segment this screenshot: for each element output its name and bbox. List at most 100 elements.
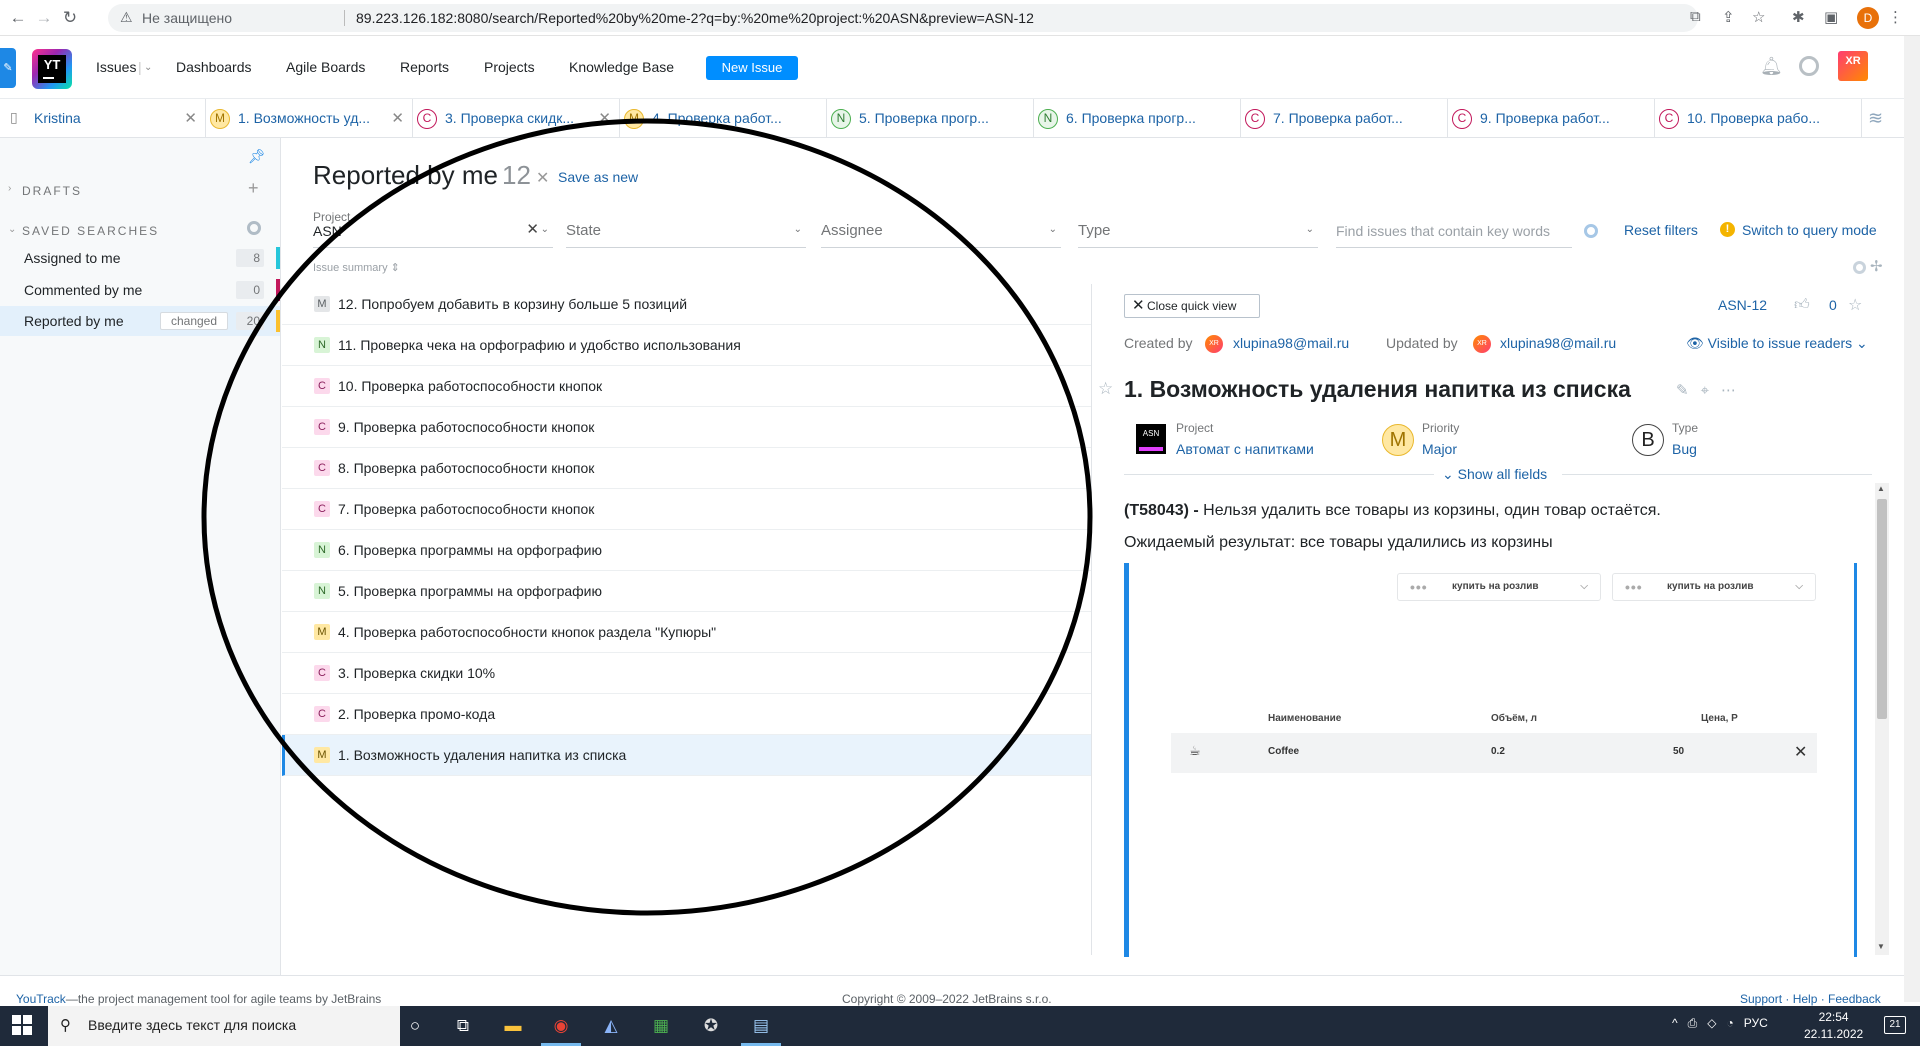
issue-row[interactable]: M 12. Попробуем добавить в корзину больш… xyxy=(282,284,1092,325)
tab-issue[interactable]: M 1. Возможность уд... ✕ xyxy=(206,99,413,137)
star-icon[interactable]: ☆ xyxy=(1848,295,1862,315)
youtrack-logo[interactable]: YT xyxy=(32,49,72,89)
pin-icon[interactable]: 📌︎ xyxy=(248,148,266,165)
taskbar-search[interactable]: ⚲ Введите здесь текст для поиска xyxy=(48,1006,400,1046)
saved-arrow-icon[interactable]: ⌄ xyxy=(8,224,16,235)
sidebar-item-reported[interactable]: Reported by me changed 20 xyxy=(0,306,280,336)
nav-issues-chevron-icon[interactable]: ⌄ xyxy=(144,62,152,73)
feather-icon[interactable]: ✎ xyxy=(0,48,16,88)
type-filter[interactable]: Type ⌄ xyxy=(1078,208,1318,248)
attachment-screenshot[interactable]: ••• купить на розлив ⌵ ••• купить на розлив… xyxy=(1124,563,1857,957)
issue-row[interactable]: C 9. Проверка работоспособности кнопок xyxy=(282,407,1092,448)
query-mode-link[interactable]: Switch to query mode xyxy=(1742,222,1877,238)
edit-icons[interactable]: ✎⌖⋯ xyxy=(1676,381,1748,399)
state-filter[interactable]: State ⌄ xyxy=(566,208,806,248)
windows-start-icon[interactable] xyxy=(12,1015,32,1035)
issue-title[interactable]: 10. Проверка работоспособности кнопок xyxy=(338,378,602,394)
issue-title[interactable]: 1. Возможность удаления напитка из списк… xyxy=(338,747,626,763)
project-field-value[interactable]: Автомат с напитками xyxy=(1176,441,1314,457)
clock[interactable]: 22:54 22.11.2022 xyxy=(1804,1009,1863,1043)
tab-issue[interactable]: M 4. Проверка работ... xyxy=(620,99,827,137)
issue-row[interactable]: N 6. Проверка программы на орфографию xyxy=(282,530,1092,571)
saved-searches-gear-icon[interactable] xyxy=(247,221,261,235)
cortana-icon[interactable]: ○ xyxy=(402,1013,428,1039)
sort-header[interactable]: Issue summary ⇕ xyxy=(313,261,400,274)
saved-searches-title[interactable]: SAVED SEARCHES xyxy=(22,224,159,238)
clear-filter-icon[interactable]: ✕ xyxy=(526,220,539,238)
issue-title[interactable]: 2. Проверка промо-кода xyxy=(338,706,495,722)
language-indicator[interactable]: РУС xyxy=(1744,1016,1768,1030)
forward-icon[interactable]: → xyxy=(32,6,56,30)
assignee-filter[interactable]: Assignee ⌄ xyxy=(821,208,1061,248)
more-icon[interactable]: ⋯ xyxy=(1721,382,1748,399)
back-icon[interactable]: ← xyxy=(6,6,30,30)
show-all-fields-link[interactable]: ⌄ Show all fields xyxy=(1442,466,1547,483)
tab-kristina[interactable]: ▯ Kristina ✕ xyxy=(0,99,206,137)
help-icon[interactable] xyxy=(1799,56,1819,76)
panel-divider[interactable] xyxy=(1091,284,1092,955)
bookmark-star-icon[interactable]: ☆ xyxy=(1752,8,1765,26)
issue-row[interactable]: C 3. Проверка скидки 10% xyxy=(282,653,1092,694)
issue-title[interactable]: 4. Проверка работоспособности кнопок раз… xyxy=(338,624,716,640)
tab-issue[interactable]: C 3. Проверка скидк... ✕ xyxy=(413,99,620,137)
youtrack-link[interactable]: YouTrack xyxy=(16,992,66,1006)
calculator-icon[interactable]: ▦ xyxy=(648,1013,674,1039)
app-icon[interactable]: ▤ xyxy=(748,1013,774,1039)
priority-field-value[interactable]: Major xyxy=(1422,441,1457,457)
issue-row[interactable]: C 2. Проверка промо-кода xyxy=(282,694,1092,735)
tab-issue[interactable]: N 5. Проверка прогр... xyxy=(827,99,1034,137)
star-icon[interactable]: ☆ xyxy=(1098,379,1113,399)
tag-icon[interactable]: ⌖ xyxy=(1701,382,1721,399)
nav-reports[interactable]: Reports xyxy=(400,59,449,75)
save-as-new-link[interactable]: Save as new xyxy=(558,169,638,185)
reload-icon[interactable]: ↻ xyxy=(58,6,82,30)
scrollbar-thumb[interactable] xyxy=(1877,499,1887,719)
tab-close-icon[interactable]: ✕ xyxy=(391,109,404,127)
visibility-dropdown[interactable]: 👁︎ Visible to issue readers ⌄ xyxy=(1686,335,1868,352)
system-tray[interactable]: ^ ⎙ ◇ ◔ РУС xyxy=(1672,1016,1768,1031)
url-text[interactable]: 89.223.126.182:8080/search/Reported%20by… xyxy=(356,10,1034,26)
scroll-up-icon[interactable]: ▲ xyxy=(1877,484,1885,493)
nav-projects[interactable]: Projects xyxy=(484,59,535,75)
support-links[interactable]: Support · Help · Feedback xyxy=(1740,992,1881,1006)
pencil-icon[interactable]: ✎ xyxy=(1676,382,1701,399)
app-icon[interactable]: ✪ xyxy=(698,1013,724,1039)
tab-issue[interactable]: N 6. Проверка прогр... xyxy=(1034,99,1241,137)
tab-issue[interactable]: C 9. Проверка работ... xyxy=(1448,99,1655,137)
drafts-arrow-icon[interactable]: › xyxy=(8,183,11,194)
tab-close-icon[interactable]: ✕ xyxy=(598,109,611,127)
notifications-icon[interactable]: 21 xyxy=(1884,1016,1906,1034)
tab-issue[interactable]: C 7. Проверка работ... xyxy=(1241,99,1448,137)
issue-row-selected[interactable]: M 1. Возможность удаления напитка из спи… xyxy=(282,735,1092,776)
translate-icon[interactable]: ⧉ xyxy=(1690,8,1701,25)
issue-title[interactable]: 9. Проверка работоспособности кнопок xyxy=(338,419,594,435)
nav-knowledge-base[interactable]: Knowledge Base xyxy=(569,59,674,75)
add-draft-icon[interactable]: + xyxy=(248,178,259,199)
sidebar-item-commented[interactable]: Commented by me 0 xyxy=(0,275,280,305)
issue-id-link[interactable]: ASN-12 xyxy=(1718,297,1767,313)
share-icon[interactable]: ⇪ xyxy=(1722,8,1735,26)
layers-icon[interactable]: ≋ xyxy=(1868,108,1883,129)
user-avatar[interactable]: XR xyxy=(1838,51,1868,81)
profile-avatar[interactable]: D xyxy=(1857,7,1879,29)
nav-agile-boards[interactable]: Agile Boards xyxy=(286,59,365,75)
expand-icon[interactable]: ✢ xyxy=(1870,257,1883,275)
close-quick-view-button[interactable]: ✕ Close quick view xyxy=(1124,294,1260,318)
chrome-icon[interactable]: ◉ xyxy=(548,1013,574,1039)
notifications-bell-icon[interactable]: 🔔︎ xyxy=(1760,56,1783,77)
tab-issue[interactable]: C 10. Проверка рабо... xyxy=(1655,99,1862,137)
file-explorer-icon[interactable]: ▬ xyxy=(500,1013,526,1039)
issue-title[interactable]: 11. Проверка чека на орфографию и удобст… xyxy=(338,337,741,353)
issue-row[interactable]: N 5. Проверка программы на орфографию xyxy=(282,571,1092,612)
task-view-icon[interactable]: ⧉ xyxy=(450,1013,476,1039)
sidebar-item-assigned[interactable]: Assigned to me 8 xyxy=(0,243,280,273)
address-bar[interactable]: ⚠ Не защищено 89.223.126.182:8080/search… xyxy=(108,4,1698,32)
issue-row[interactable]: N 11. Проверка чека на орфографию и удоб… xyxy=(282,325,1092,366)
issue-row[interactable]: M 4. Проверка работоспособности кнопок р… xyxy=(282,612,1092,653)
page-scrollbar[interactable] xyxy=(1904,36,1920,1002)
side-panel-icon[interactable]: ▣ xyxy=(1824,8,1838,26)
app-icon[interactable]: ◭ xyxy=(598,1013,624,1039)
project-filter[interactable]: Project ASN ✕ ⌄ xyxy=(313,208,553,248)
menu-dots-icon[interactable]: ⋮ xyxy=(1888,8,1903,26)
issue-row[interactable]: C 8. Проверка работоспособности кнопок xyxy=(282,448,1092,489)
